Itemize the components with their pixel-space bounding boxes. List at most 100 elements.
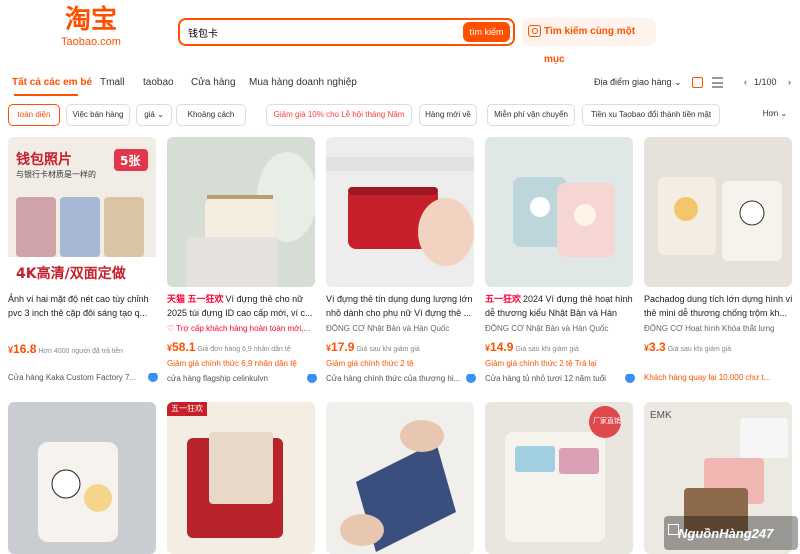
search-input[interactable] [188,23,458,41]
watermark: NguồnHàng247 [678,526,774,541]
product-image[interactable] [326,137,474,287]
sold-count: Giá sau khi giảm giá [667,346,732,353]
product-meta-1: ĐỘNG CƠ Nhật Bản và Hàn Quốc [326,324,450,333]
price-value: 58.1 [172,340,196,354]
image-badge: 五一狂欢 [171,404,203,413]
delivery-location-dropdown[interactable]: Địa điểm giao hàng ⌄ [594,77,682,88]
shop-icon[interactable] [148,373,158,382]
product-image[interactable] [326,402,474,554]
image-badge: EMK [650,410,672,421]
taobao-logo[interactable]: 淘宝 Taobao.com [56,4,126,48]
tab-business[interactable]: Mua hàng doanh nghiệp [249,77,357,88]
logo-text-cn: 淘宝 [64,5,117,35]
product-image[interactable]: 五一狂欢 [167,402,315,554]
delivery-location-label: Địa điểm giao hàng [594,77,672,87]
filter-more[interactable]: Hơn ⌄ [760,104,790,126]
price: ¥17.9 [326,340,355,354]
filter-comprehensive[interactable]: toàn diện [8,104,60,126]
price: ¥3.3 [644,340,666,354]
next-page-icon[interactable]: › [788,77,791,87]
product-meta-1: ♡ Trợ cấp khách hàng hoàn toàn mới,... [167,324,311,333]
product-meta-1: ĐỘNG CƠ Hoạt hình Khóa thắt lưng [644,324,775,333]
search-button[interactable]: tìm kiếm [463,22,510,42]
image-search-label: Tìm kiếm cùng một mục [544,26,636,65]
price-row: ¥17.9 Giá sau khi giảm giá [326,338,476,356]
tab-taobao[interactable]: taobao [143,77,174,88]
sold-count: Giá sau khi giảm giá [515,346,579,353]
filter-price[interactable]: giá ⌄ [136,104,172,126]
product-image[interactable] [485,137,633,287]
image-footer: 4K高清/双面定做 [16,266,126,282]
filter-free-shipping[interactable]: Miễn phí vận chuyển [487,104,575,126]
filter-may-discount[interactable]: Giảm giá 10% cho Lễ hội tháng Năm [266,104,412,126]
image-badge: 5张 [120,154,141,168]
filter-distance[interactable]: Khoảng cách [176,104,246,126]
product-image[interactable] [644,137,792,287]
shop-label: cửa hàng flagship celinkulvn [167,374,268,383]
price-row: ¥3.3 Giá sau khi giảm giá [644,338,794,356]
tab-all[interactable]: Tất cả các em bé [12,77,92,88]
product-image[interactable]: 钱包照片 与银行卡材质是一样的 5张 4K高清/双面定做 [8,137,156,287]
top-bar: 淘宝 Taobao.com tìm kiếm Tìm kiếm cùng một… [0,0,800,66]
price-row: ¥14.9 Giá sau khi giảm giá [485,338,635,356]
filter-bar: toàn diện Việc bán hàng giá ⌄ Khoảng các… [0,104,800,128]
logo-text-en: Taobao.com [61,36,121,48]
price-value: 16.8 [13,342,37,356]
product-title[interactable]: 五一狂欢 2024 Ví đựng thẻ hoạt hình dễ thương… [485,292,635,320]
list-view-icon[interactable] [712,77,723,88]
price-value: 17.9 [331,340,355,354]
price: ¥58.1 [167,340,196,354]
product-promo: Giảm giá chính thức 6,9 nhân dân tệ [167,359,297,368]
image-search-button[interactable]: Tìm kiếm cùng một mục [522,18,656,65]
price: ¥14.9 [485,340,514,354]
shop-name[interactable]: Cửa hàng tủ nhỏ tươi 12 năm tuổi [485,374,635,383]
filter-sales[interactable]: Việc bán hàng [66,104,130,126]
price-row: ¥16.8 Hơn 4000 người đã trả tiền [8,340,158,358]
promo-tag: 天猫 五一狂欢 [167,294,224,304]
image-subline: 与银行卡材质是一样的 [16,170,96,179]
product-meta-1: ĐỘNG CƠ Nhật Bản và Hàn Quốc [485,324,609,333]
search-box: tìm kiếm [178,18,515,46]
shop-icon[interactable] [307,374,317,383]
shop-more: ... [129,373,137,382]
price-value: 14.9 [490,340,514,354]
tab-stores[interactable]: Cửa hàng [191,77,236,88]
meta-text: Trợ cấp khách hàng hoàn toàn mới,... [176,324,311,333]
tab-tmall[interactable]: Tmall [100,77,124,88]
product-title[interactable]: Ảnh ví hai mặt độ nét cao tùy chỉnh pvc … [8,292,158,320]
product-title[interactable]: Pachadog dung tích lớn dựng hình ví thẻ … [644,292,794,320]
shop-name[interactable]: cửa hàng flagship celinkulvn [167,374,317,383]
shop-icon[interactable] [466,374,476,383]
camera-icon [528,25,541,37]
page-indicator: 1/100 [754,77,777,87]
price-value: 3.3 [649,340,666,354]
sold-count: Hơn 4000 người đã trả tiền [38,348,124,355]
product-image[interactable] [167,137,315,287]
shop-label: Cửa hàng chính thức của thương hi... [326,374,461,383]
product-promo: Giảm giá chính thức 2 tệ Trả lại [485,359,597,368]
image-badge: 厂家直销 [593,417,621,425]
product-image[interactable] [8,402,156,554]
sold-count: Giá đơn hàng 6,9 nhân dân tệ [197,346,291,353]
promo-tag: 五一狂欢 [485,294,522,304]
shop-name[interactable]: Cửa hàng chính thức của thương hi... [326,374,476,383]
shop-name[interactable]: Cửa hàng Kaka Custom Factory 7... [8,373,158,382]
filter-more-label: Hơn [762,109,779,118]
sold-count: Giá sau khi giảm giá [356,346,420,353]
shop-label: Cửa hàng tủ nhỏ tươi 12 năm tuổi [485,374,606,383]
shop-label: Cửa hàng Kaka Custom Factory 7 [8,373,130,382]
result-tabs: Tất cả các em bé Tmall taobao Cửa hàng M… [0,72,800,98]
price-row: ¥58.1 Giá đơn hàng 6,9 nhân dân tệ [167,338,317,356]
product-promo: Khách hàng quay lại 10.000 chư t... [644,373,771,382]
image-headline: 钱包照片 [16,152,72,168]
grid-view-icon[interactable] [692,77,703,88]
price: ¥16.8 [8,342,37,356]
filter-taobao-coins[interactable]: Tiền xu Taobao đổi thành tiền mặt [582,104,720,126]
prev-page-icon[interactable]: ‹ [744,77,747,87]
active-tab-indicator [14,94,78,96]
filter-new-arrivals[interactable]: Hàng mới về [419,104,477,126]
product-title[interactable]: Ví đựng thẻ tín dụng dung lượng lớn nhỏ … [326,292,476,320]
product-image[interactable]: 厂家直销 [485,402,633,554]
shop-icon[interactable] [625,374,635,383]
product-title[interactable]: 天猫 五一狂欢 Ví đựng thẻ cho nữ 2025 túi đựng … [167,292,317,320]
